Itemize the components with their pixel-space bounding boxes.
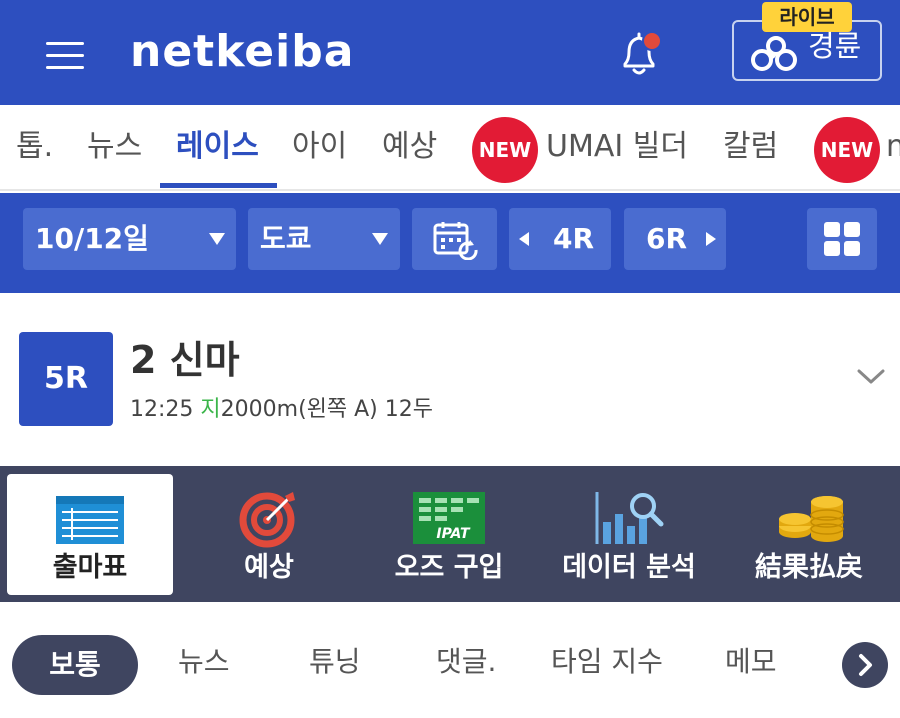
- next-arrow-icon: [706, 232, 716, 246]
- new-badge: NEW: [472, 117, 538, 183]
- grid-view-button[interactable]: [807, 208, 877, 270]
- prev-arrow-icon: [519, 232, 529, 246]
- race-surface: 지: [200, 397, 221, 422]
- menu-entry-table[interactable]: 출마표: [7, 474, 173, 595]
- venue-select[interactable]: 도쿄: [248, 208, 400, 270]
- subtab-memo[interactable]: 메모: [725, 640, 777, 684]
- tab-news[interactable]: 뉴스: [87, 125, 142, 169]
- race-menu-bar: 출마표 예상 IPAT 오즈 구입 데이터 분석 結果払戻: [0, 466, 900, 602]
- chart-search-icon: [595, 492, 664, 544]
- prev-race-button[interactable]: 4R: [509, 208, 611, 270]
- race-selector-bar: 10/12일 도쿄 4R 6R: [0, 193, 900, 293]
- subtab-comments[interactable]: 댓글.: [436, 640, 496, 684]
- entry-table-icon: [56, 496, 124, 544]
- subtab-time-index[interactable]: 타임 지수: [551, 640, 663, 684]
- keirin-label: 경륜: [808, 29, 862, 63]
- coins-icon: [779, 496, 844, 542]
- subtabs-next-button[interactable]: [842, 642, 888, 688]
- caret-down-icon: [209, 233, 225, 245]
- menu-results-payout[interactable]: 結果払戻: [726, 474, 892, 595]
- caret-down-icon: [372, 233, 388, 245]
- race-number-badge: 5R: [19, 332, 113, 426]
- sub-tabs: 보통 뉴스 튜닝 댓글. 타임 지수 메모: [0, 602, 900, 718]
- grid-icon: [824, 222, 860, 256]
- menu-data-analysis[interactable]: 데이터 분석: [546, 474, 712, 595]
- main-nav-tabs: 톱. 뉴스 레이스 아이 예상 NEW UMAI 빌더 칼럼 NEW n: [0, 105, 900, 191]
- race-time: 12:25: [130, 397, 194, 422]
- next-race-button[interactable]: 6R: [624, 208, 726, 270]
- tab-umai-builder[interactable]: UMAI 빌더: [546, 125, 688, 169]
- tab-prediction[interactable]: 예상: [382, 125, 437, 169]
- calendar-button[interactable]: [412, 208, 497, 270]
- race-details: 2000m(왼쪽 A) 12두: [220, 397, 433, 422]
- ipat-icon: IPAT: [413, 492, 485, 544]
- active-tab-indicator: [160, 183, 277, 188]
- date-value: 10/12일: [35, 222, 149, 255]
- tab-ai[interactable]: 아이: [292, 125, 347, 169]
- next-race-label: 6R: [646, 222, 688, 255]
- menu-prediction-label: 예상: [244, 552, 294, 583]
- subtab-tuning[interactable]: 튜닝: [309, 640, 361, 684]
- notification-bell-icon[interactable]: [612, 26, 666, 80]
- menu-entry-table-label: 출마표: [52, 552, 128, 583]
- expand-chevron-icon[interactable]: [856, 366, 886, 386]
- chevron-right-icon: [859, 654, 872, 676]
- prev-race-label: 4R: [553, 222, 595, 255]
- menu-prediction[interactable]: 예상: [186, 474, 352, 595]
- tab-column[interactable]: 칼럼: [723, 125, 778, 169]
- tab-next-partial[interactable]: n: [886, 125, 900, 169]
- tab-top[interactable]: 톱.: [16, 125, 53, 169]
- svg-text:IPAT: IPAT: [436, 526, 471, 542]
- netkeiba-logo[interactable]: netkeiba: [130, 24, 354, 80]
- target-icon: [239, 492, 295, 548]
- subtab-normal[interactable]: 보통: [12, 635, 138, 695]
- keirin-icon: [750, 36, 800, 72]
- date-select[interactable]: 10/12일: [23, 208, 236, 270]
- tab-race[interactable]: 레이스: [176, 125, 259, 169]
- venue-value: 도쿄: [260, 222, 312, 255]
- calendar-refresh-icon: [433, 222, 478, 260]
- menu-odds-purchase[interactable]: IPAT 오즈 구입: [366, 474, 532, 595]
- new-badge: NEW: [814, 117, 880, 183]
- menu-results-payout-label: 結果払戻: [755, 552, 863, 583]
- subtab-news[interactable]: 뉴스: [178, 640, 230, 684]
- menu-odds-purchase-label: 오즈 구입: [394, 552, 504, 583]
- race-title: 2 신마: [130, 338, 240, 382]
- menu-icon[interactable]: [46, 42, 84, 70]
- app-header: netkeiba 라이브 경륜: [0, 0, 900, 105]
- race-meta: 12:25 지2000m(왼쪽 A) 12두: [130, 394, 433, 426]
- menu-data-analysis-label: 데이터 분석: [562, 552, 696, 583]
